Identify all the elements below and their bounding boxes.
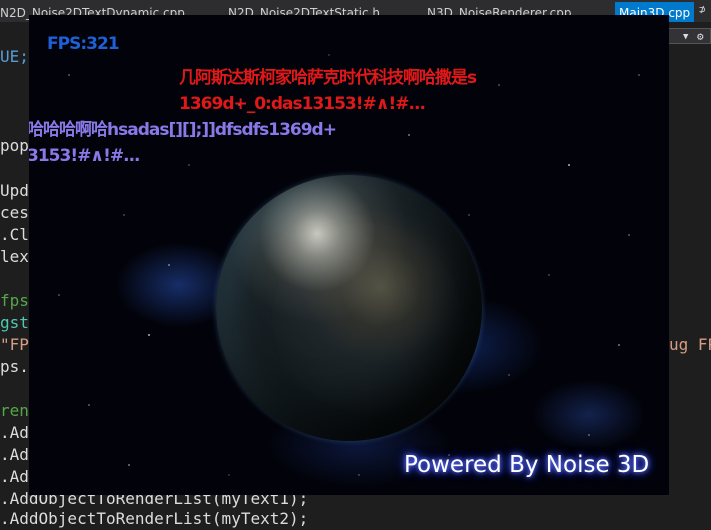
dynamic-text-purple-line1: 哈哈哈啊哈hsadas[][];]]dfsdfs1369d+ <box>29 120 337 140</box>
dynamic-text-red: 几阿斯达斯柯家哈萨克时代科技啊哈撒是s 1369d+_0:das13153!#∧… <box>179 65 477 117</box>
dynamic-text-red-line2: 1369d+_0:das13153!#∧!#... <box>179 94 426 114</box>
member-dropdown[interactable]: ▼ ⚙ <box>668 28 711 44</box>
code-line-7: fps <box>0 291 29 310</box>
chevron-down-icon[interactable]: ▼ <box>683 29 688 45</box>
code-line-16: .AddObjectToRenderList(myText2); <box>0 509 309 528</box>
earth-globe <box>216 175 482 441</box>
fps-counter: FPS:321 <box>47 34 120 54</box>
gear-icon[interactable]: ⚙ <box>697 29 704 45</box>
dynamic-text-purple-line2: 3153!#∧!#... <box>29 146 140 166</box>
render-window[interactable]: FPS:321 几阿斯达斯柯家哈萨克时代科技啊哈撒是s 1369d+_0:das… <box>29 15 669 495</box>
dynamic-text-red-line1: 几阿斯达斯柯家哈萨克时代科技啊哈撒是s <box>179 68 477 88</box>
code-line-1: UE; <box>0 47 29 66</box>
powered-by-label: Powered By Noise 3D <box>404 452 650 478</box>
code-line-right: ug FPS <box>669 335 711 354</box>
close-tab-icon[interactable]: ⊅ <box>699 3 706 16</box>
dynamic-text-purple: 哈哈哈啊哈hsadas[][];]]dfsdfs1369d+ 3153!#∧!#… <box>29 117 337 169</box>
